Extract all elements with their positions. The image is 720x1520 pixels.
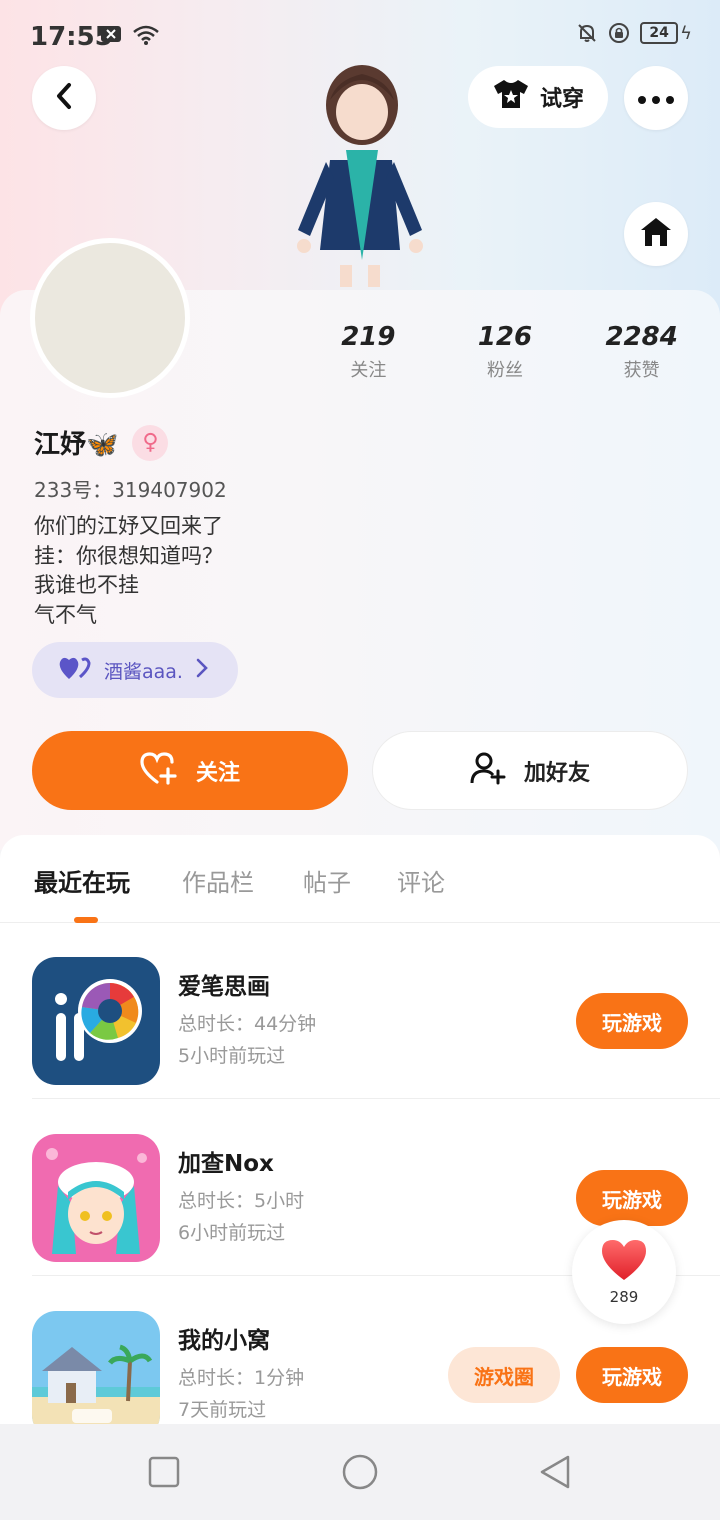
mute-icon: [576, 22, 598, 44]
avatar-figure[interactable]: [290, 50, 430, 290]
chevron-left-icon: [53, 81, 75, 115]
like-button[interactable]: 289: [572, 1220, 676, 1324]
follow-button[interactable]: 关注: [32, 731, 348, 810]
play-game-button[interactable]: 玩游戏: [576, 1170, 688, 1226]
bio-line: 你们的江妤又回来了: [34, 514, 223, 538]
more-dots-icon: [638, 89, 674, 108]
list-item[interactable]: 爱笔思画 总时长：44分钟 5小时前玩过 玩游戏: [0, 923, 720, 1099]
back-nav-button[interactable]: [538, 1454, 574, 1490]
stat-number: 2284: [605, 322, 678, 352]
heart-icon: [600, 1238, 648, 1286]
female-icon: ♀: [132, 424, 169, 461]
game-last-played: 5小时前玩过: [178, 1045, 286, 1067]
stat-following[interactable]: 219 关注: [308, 322, 428, 382]
battery-level: 24: [640, 22, 679, 44]
user-bio: 你们的江妤又回来了 挂：你很想知道吗？ 我谁也不挂 气不气: [34, 512, 223, 630]
game-circle-button[interactable]: 游戏圈: [448, 1347, 560, 1403]
home-nav-button[interactable]: [340, 1454, 380, 1490]
heart-plus-icon: [140, 751, 178, 791]
game-duration: 总时长：5小时: [178, 1190, 305, 1212]
try-on-button[interactable]: 试穿: [468, 66, 608, 128]
try-on-label: 试穿: [539, 87, 584, 112]
home-button[interactable]: [624, 202, 688, 266]
stat-label: 关注: [350, 360, 387, 381]
tab-recent-play[interactable]: 最近在玩: [34, 863, 130, 898]
bio-line: 挂：你很想知道吗？: [34, 543, 223, 568]
stat-label: 粉丝: [486, 360, 523, 381]
bio-line: 气不气: [34, 602, 97, 627]
stat-likes[interactable]: 2284 获赞: [582, 322, 702, 382]
stat-label: 获赞: [623, 360, 660, 381]
follow-label: 关注: [195, 760, 240, 786]
wifi-icon: [132, 24, 159, 46]
user-name: 江妤🦋: [34, 430, 119, 460]
add-friend-button[interactable]: 加好友: [372, 731, 688, 810]
like-count: 289: [609, 1288, 639, 1306]
game-last-played: 7天前玩过: [178, 1399, 267, 1421]
game-name: 爱笔思画: [178, 974, 270, 1000]
tab-bar: 最近在玩 作品栏 帖子 评论: [0, 835, 720, 923]
bio-line: 我谁也不挂: [34, 573, 139, 597]
profile-stats: 219 关注 126 粉丝 2284 获赞: [300, 322, 710, 382]
stat-followers[interactable]: 126 粉丝: [445, 322, 565, 382]
more-button[interactable]: [624, 66, 688, 130]
recents-button[interactable]: [146, 1454, 182, 1490]
add-friend-label: 加好友: [523, 760, 590, 786]
double-heart-icon: [58, 655, 92, 686]
game-icon-gacha-nox[interactable]: [32, 1134, 160, 1262]
system-nav-bar: [0, 1424, 720, 1520]
charging-icon: ϟ: [680, 22, 692, 44]
lock-rotate-icon: [608, 22, 630, 44]
tshirt-icon: [492, 78, 530, 116]
battery-icon: 24 ϟ: [640, 22, 692, 44]
stat-number: 219: [341, 322, 396, 352]
tab-comments[interactable]: 评论: [397, 863, 445, 898]
game-last-played: 6小时前玩过: [178, 1222, 286, 1244]
home-icon: [639, 216, 673, 252]
close-box-icon: [100, 24, 122, 46]
play-game-button[interactable]: 玩游戏: [576, 1347, 688, 1403]
game-duration: 总时长：44分钟: [178, 1013, 317, 1035]
user-id: 233号：319407902: [34, 478, 227, 502]
tab-works[interactable]: 作品栏: [182, 863, 254, 898]
avatar[interactable]: [30, 238, 190, 398]
game-icon-my-little-home[interactable]: [32, 1311, 160, 1439]
game-icon-ibispaint[interactable]: [32, 957, 160, 1085]
game-name: 我的小窝: [178, 1328, 270, 1354]
stat-number: 126: [477, 322, 533, 352]
play-game-button[interactable]: 玩游戏: [576, 993, 688, 1049]
relationship-name: 酒酱aaa.: [104, 660, 183, 683]
back-button[interactable]: [32, 66, 96, 130]
name-row: 江妤🦋 ♀: [34, 424, 169, 461]
chevron-right-icon: [195, 658, 209, 683]
relationship-chip[interactable]: 酒酱aaa.: [32, 642, 238, 698]
content-panel: 最近在玩 作品栏 帖子 评论 爱笔思画 总时长：44分钟 5小时前玩过 玩游戏 …: [0, 835, 720, 1439]
tab-posts[interactable]: 帖子: [303, 863, 351, 898]
game-duration: 总时长：1分钟: [178, 1367, 305, 1389]
add-user-icon: [470, 751, 506, 791]
game-name: 加查Nox: [178, 1151, 274, 1177]
